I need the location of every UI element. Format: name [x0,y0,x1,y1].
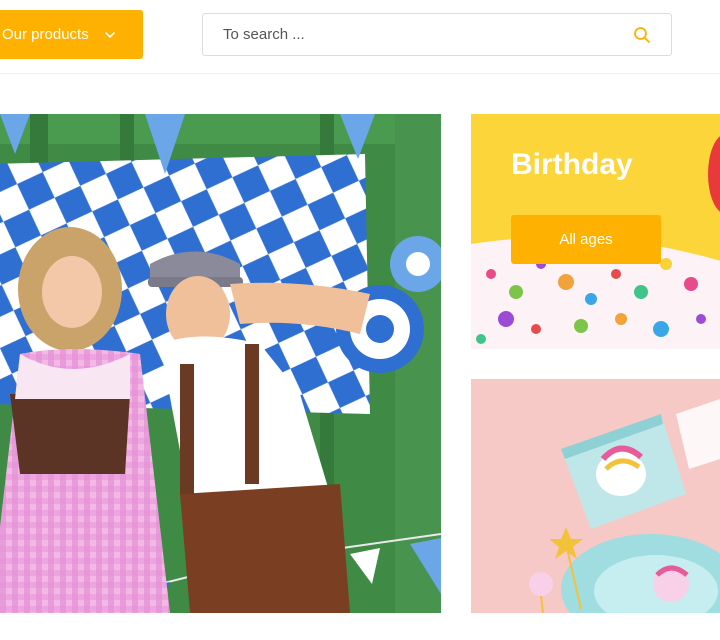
hero-illustration [0,114,441,613]
chevron-down-icon [103,28,117,42]
birthday-tile[interactable]: Birthday All ages [471,114,720,349]
our-products-button[interactable]: Our products [0,10,143,59]
our-products-label: Our products [2,26,89,43]
all-ages-button[interactable]: All ages [511,215,661,264]
site-header: Our products [0,0,720,74]
search-box [202,13,672,56]
unicorn-party-illustration [471,379,720,613]
hero-oktoberfest-image[interactable] [0,114,441,613]
search-input[interactable] [203,14,623,55]
birthday-title: Birthday [511,148,633,181]
search-icon[interactable] [633,26,651,44]
unicorn-tile[interactable] [471,379,720,613]
